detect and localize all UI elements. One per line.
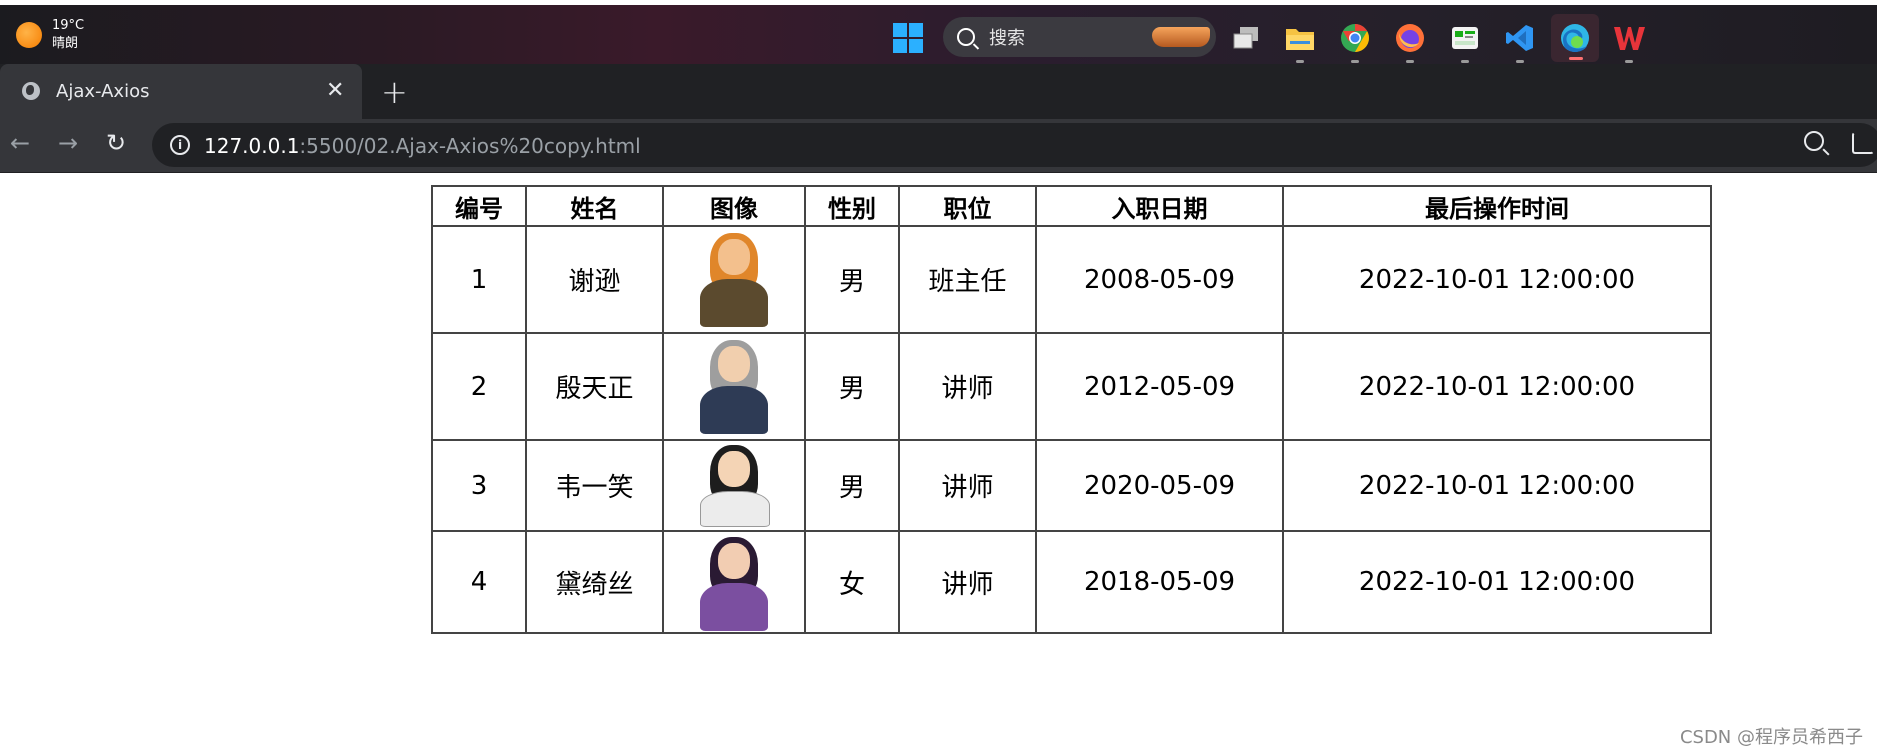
edge-icon[interactable] bbox=[1551, 14, 1599, 62]
table-row: 4 黛绮丝 女 讲师 2018-05-09 2022-10-01 12:00:0… bbox=[431, 530, 1712, 634]
sun-icon bbox=[16, 22, 42, 48]
tab-title: Ajax-Axios bbox=[56, 81, 150, 102]
close-tab-icon[interactable]: ✕ bbox=[326, 78, 344, 103]
cell-update-time: 2022-10-01 12:00:00 bbox=[1282, 332, 1712, 441]
back-arrow-icon[interactable]: ← bbox=[10, 129, 30, 157]
zoom-icon[interactable] bbox=[1804, 131, 1824, 151]
task-view-icon[interactable] bbox=[1229, 21, 1263, 55]
csdn-watermark: CSDN @程序员希西子 bbox=[1679, 727, 1863, 748]
reload-icon[interactable]: ↻ bbox=[106, 129, 126, 157]
cell-job: 讲师 bbox=[898, 530, 1037, 634]
header-job: 职位 bbox=[898, 185, 1037, 227]
weather-description: 晴朗 bbox=[52, 36, 79, 51]
avatar-grey-haired-elder bbox=[692, 339, 776, 434]
chrome-icon[interactable] bbox=[1338, 21, 1372, 63]
avatar-purple-robed-woman bbox=[692, 537, 776, 631]
header-update-time: 最后操作时间 bbox=[1282, 185, 1712, 227]
cell-entry-date: 2018-05-09 bbox=[1035, 530, 1284, 634]
cell-job: 班主任 bbox=[898, 225, 1037, 334]
cell-job: 讲师 bbox=[898, 439, 1037, 532]
cell-gender: 男 bbox=[804, 439, 900, 532]
weather-widget[interactable]: 19°C 晴朗 bbox=[16, 17, 84, 53]
cell-name: 黛绮丝 bbox=[525, 530, 664, 634]
file-explorer-icon[interactable] bbox=[1283, 21, 1317, 63]
windows-start-icon[interactable] bbox=[893, 23, 923, 53]
cell-job: 讲师 bbox=[898, 332, 1037, 441]
header-name: 姓名 bbox=[525, 185, 664, 227]
cell-gender: 男 bbox=[804, 332, 900, 441]
avatar-orange-haired-warrior bbox=[692, 232, 776, 327]
avatar-black-haired-swordsman bbox=[692, 444, 776, 527]
taskbar-search[interactable]: 搜索 bbox=[943, 17, 1216, 57]
globe-icon bbox=[22, 82, 40, 100]
cell-update-time: 2022-10-01 12:00:00 bbox=[1282, 530, 1712, 634]
cell-name: 谢逊 bbox=[525, 225, 664, 334]
share-icon[interactable] bbox=[1852, 132, 1874, 154]
header-gender: 性别 bbox=[804, 185, 900, 227]
cell-update-time: 2022-10-01 12:00:00 bbox=[1282, 439, 1712, 532]
employee-table: 编号 姓名 图像 性别 职位 入职日期 最后操作时间 1 谢逊 男 班主任 20… bbox=[431, 185, 1712, 634]
search-icon bbox=[957, 28, 975, 46]
site-info-icon[interactable]: i bbox=[170, 135, 190, 155]
cell-update-time: 2022-10-01 12:00:00 bbox=[1282, 225, 1712, 334]
table-row: 3 韦一笑 男 讲师 2020-05-09 2022-10-01 12:00:0… bbox=[431, 439, 1712, 532]
header-id: 编号 bbox=[431, 185, 527, 227]
cell-id: 4 bbox=[431, 530, 527, 634]
url-host: 127.0.0.1 bbox=[204, 134, 300, 158]
table-row: 1 谢逊 男 班主任 2008-05-09 2022-10-01 12:00:0… bbox=[431, 225, 1712, 334]
table-header-row: 编号 姓名 图像 性别 职位 入职日期 最后操作时间 bbox=[431, 185, 1712, 227]
weather-temperature: 19°C bbox=[52, 18, 85, 33]
table-row: 2 殷天正 男 讲师 2012-05-09 2022-10-01 12:00:0… bbox=[431, 332, 1712, 441]
taskbar: 19°C 晴朗 搜索 bbox=[0, 0, 1877, 64]
cell-id: 2 bbox=[431, 332, 527, 441]
vscode-icon[interactable] bbox=[1503, 21, 1537, 63]
wps-icon[interactable] bbox=[1612, 21, 1646, 63]
new-tab-button[interactable]: + bbox=[381, 73, 408, 111]
search-placeholder: 搜索 bbox=[989, 28, 1025, 49]
cell-id: 3 bbox=[431, 439, 527, 532]
browser-tab-bar: Ajax-Axios ✕ + bbox=[0, 64, 1877, 119]
cell-name: 韦一笑 bbox=[525, 439, 664, 532]
tab-ajax-axios[interactable]: Ajax-Axios ✕ bbox=[0, 64, 362, 119]
url-text[interactable]: 127.0.0.1:5500/02.Ajax-Axios%20copy.html bbox=[204, 134, 641, 158]
browser-toolbar: ← → ↻ i 127.0.0.1:5500/02.Ajax-Axios%20c… bbox=[0, 119, 1877, 173]
cell-name: 殷天正 bbox=[525, 332, 664, 441]
cell-entry-date: 2012-05-09 bbox=[1035, 332, 1284, 441]
address-bar[interactable]: i 127.0.0.1:5500/02.Ajax-Axios%20copy.ht… bbox=[152, 123, 1877, 167]
search-highlight-image bbox=[1152, 27, 1210, 47]
header-avatar: 图像 bbox=[662, 185, 806, 227]
forward-arrow-icon[interactable]: → bbox=[58, 129, 78, 157]
cell-gender: 男 bbox=[804, 225, 900, 334]
firefox-icon[interactable] bbox=[1393, 21, 1427, 63]
wechat-devtools-icon[interactable] bbox=[1448, 21, 1482, 63]
cell-id: 1 bbox=[431, 225, 527, 334]
cell-entry-date: 2020-05-09 bbox=[1035, 439, 1284, 532]
cell-gender: 女 bbox=[804, 530, 900, 634]
cell-entry-date: 2008-05-09 bbox=[1035, 225, 1284, 334]
header-entry-date: 入职日期 bbox=[1035, 185, 1284, 227]
url-path: :5500/02.Ajax-Axios%20copy.html bbox=[299, 134, 641, 158]
